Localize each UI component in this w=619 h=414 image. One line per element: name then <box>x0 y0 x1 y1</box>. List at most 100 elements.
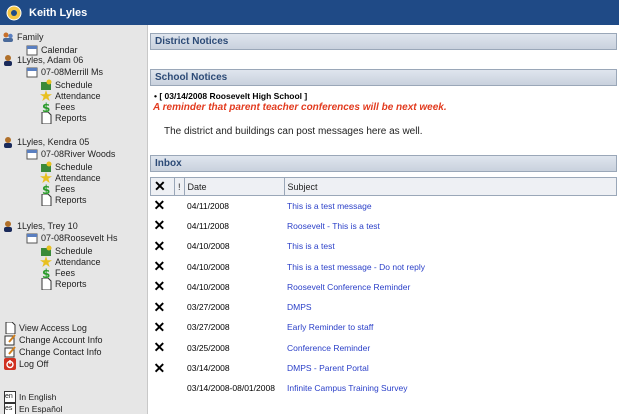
delete-cell[interactable]: ✕ <box>151 317 175 337</box>
priority-cell <box>175 338 185 358</box>
sidebar-link-reports-2[interactable]: Reports <box>40 277 87 291</box>
change-contact-info-link[interactable]: Change Contact Info <box>4 346 102 358</box>
delete-icon[interactable]: ✕ <box>154 319 166 335</box>
view-access-log-link-label: View Access Log <box>19 323 87 333</box>
sidebar-link-attendance-0-label: Attendance <box>55 91 101 101</box>
log-off-icon <box>4 358 16 370</box>
inbox-row[interactable]: ✕ 03/25/2008 Conference Reminder <box>151 338 617 358</box>
notice-title: • [ 03/14/2008 Roosevelt High School ] <box>154 91 307 101</box>
delete-icon[interactable]: ✕ <box>154 258 166 274</box>
priority-cell <box>175 256 185 276</box>
priority-cell <box>175 277 185 297</box>
inbox-row[interactable]: ✕ 04/10/2008 This is a test message - Do n… <box>151 256 617 276</box>
change-account-info-link-label: Change Account Info <box>19 335 103 345</box>
message-date: 04/10/2008 <box>187 261 230 272</box>
app-window: Keith Lyles Family Calendar 1Lyles, Adam 0… <box>0 0 619 414</box>
school-icon <box>26 232 38 244</box>
main-content: District Notices School Notices • [ 03/1… <box>148 25 619 414</box>
student-icon <box>2 136 14 148</box>
delete-icon[interactable]: ✕ <box>154 299 166 315</box>
edit-account-icon <box>4 334 16 346</box>
change-account-info-link[interactable]: Change Account Info <box>4 334 103 346</box>
inbox-row[interactable]: ✕ 03/14/2008 DMPS - Parent Portal <box>151 358 617 378</box>
sidebar-school-1-label: 07-08River Woods <box>41 149 116 159</box>
delete-cell[interactable]: ✕ <box>151 256 175 276</box>
delete-cell[interactable]: ✕ <box>151 236 175 256</box>
sidebar-link-schedule-2-label: Schedule <box>55 246 93 256</box>
delete-icon[interactable]: ✕ <box>154 197 166 213</box>
language-en-link[interactable]: en In English <box>4 391 56 403</box>
message-subject-link[interactable]: Roosevelt - This is a test <box>284 216 616 236</box>
reports-icon <box>40 193 52 207</box>
sidebar-link-reports-0[interactable]: Reports <box>40 111 87 125</box>
inbox-heading: Inbox <box>150 155 617 172</box>
message-date: 04/11/2008 <box>187 200 229 211</box>
school-notices-heading: School Notices <box>150 69 617 86</box>
delete-icon[interactable]: ✕ <box>154 360 166 376</box>
sidebar-student-2[interactable]: 1Lyles, Trey 10 <box>2 220 78 232</box>
delete-all-icon[interactable]: ✕ <box>154 178 166 194</box>
language-es-link[interactable]: es En Español <box>4 403 62 414</box>
delete-icon[interactable]: ✕ <box>154 278 166 294</box>
delete-cell[interactable]: ✕ <box>151 277 175 297</box>
message-subject-link[interactable]: Early Reminder to staff <box>284 317 616 337</box>
school-icon <box>26 66 38 78</box>
inbox-row[interactable]: ✕ 03/27/2008 Early Reminder to staff <box>151 317 617 337</box>
message-subject-link[interactable]: This is a test message - Do not reply <box>284 256 616 276</box>
student-icon <box>2 54 14 66</box>
delete-cell[interactable]: ✕ <box>151 358 175 378</box>
delete-cell[interactable]: ✕ <box>151 216 175 236</box>
user-name: Keith Lyles <box>29 6 88 19</box>
sidebar-item-family[interactable]: Family <box>2 31 44 43</box>
language-es-link-label: En Español <box>19 404 63 414</box>
message-subject-link[interactable]: This is a test <box>284 236 616 256</box>
message-subject-link[interactable]: DMPS <box>284 297 616 317</box>
priority-column-header[interactable]: ! <box>174 177 185 196</box>
message-date: 04/11/2008 <box>187 220 229 231</box>
notice-alert-text: A reminder that parent teacher conferenc… <box>153 102 447 113</box>
message-subject-link[interactable]: Conference Reminder <box>284 338 616 358</box>
inbox-row[interactable]: 03/14/2008-08/01/2008 Infinite Campus Tra… <box>151 378 617 398</box>
inbox-row[interactable]: ✕ 03/27/2008 DMPS <box>151 297 617 317</box>
delete-icon[interactable]: ✕ <box>154 339 166 355</box>
priority-cell <box>175 216 185 236</box>
notice-title-text: [ 03/14/2008 Roosevelt High School ] <box>159 91 308 101</box>
priority-cell <box>175 317 185 337</box>
header-bar: Keith Lyles <box>0 0 619 25</box>
inbox-body: ✕ 04/11/2008 This is a test message ✕ 04/11/… <box>151 196 617 399</box>
sidebar-student-0[interactable]: 1Lyles, Adam 06 <box>2 54 83 66</box>
logo-icon <box>6 5 22 20</box>
inbox-row[interactable]: ✕ 04/11/2008 Roosevelt - This is a test <box>151 216 617 236</box>
delete-icon[interactable]: ✕ <box>154 238 166 254</box>
inbox-row[interactable]: ✕ 04/10/2008 This is a test <box>151 236 617 256</box>
sidebar-item-family-label: Family <box>17 32 44 42</box>
sidebar-student-1[interactable]: 1Lyles, Kendra 05 <box>2 136 89 148</box>
message-subject-link[interactable]: This is a test message <box>284 196 616 216</box>
delete-column-header[interactable]: ✕ <box>150 177 175 196</box>
delete-cell[interactable]: ✕ <box>151 297 175 317</box>
view-access-log-link[interactable]: View Access Log <box>4 321 87 335</box>
message-date: 03/27/2008 <box>187 302 230 313</box>
inbox-row[interactable]: ✕ 04/11/2008 This is a test message <box>151 196 617 216</box>
change-contact-info-link-label: Change Contact Info <box>19 347 102 357</box>
sidebar-school-1[interactable]: 07-08River Woods <box>26 148 115 160</box>
family-icon <box>2 31 14 43</box>
language-en-link-label: In English <box>19 392 57 402</box>
delete-cell <box>151 378 175 398</box>
log-off-link[interactable]: Log Off <box>4 358 48 370</box>
sidebar-school-0[interactable]: 07-08Merrill Ms <box>26 66 103 78</box>
delete-cell[interactable]: ✕ <box>151 338 175 358</box>
delete-icon[interactable]: ✕ <box>154 217 166 233</box>
sidebar-school-2-label: 07-08Roosevelt Hs <box>41 233 118 243</box>
subject-column-header[interactable]: Subject <box>283 177 618 196</box>
sidebar-school-2[interactable]: 07-08Roosevelt Hs <box>26 232 118 244</box>
message-subject-link[interactable]: Infinite Campus Training Survey <box>284 378 616 398</box>
language-code-en: en <box>5 393 13 400</box>
sidebar-link-reports-1[interactable]: Reports <box>40 193 87 207</box>
inbox-row[interactable]: ✕ 04/10/2008 Roosevelt Conference Reminder <box>151 277 617 297</box>
delete-cell[interactable]: ✕ <box>151 196 175 216</box>
message-subject-link[interactable]: Roosevelt Conference Reminder <box>284 277 616 297</box>
message-subject-link[interactable]: DMPS - Parent Portal <box>284 358 616 378</box>
message-date: 03/25/2008 <box>187 342 230 353</box>
date-column-header[interactable]: Date <box>183 177 285 196</box>
